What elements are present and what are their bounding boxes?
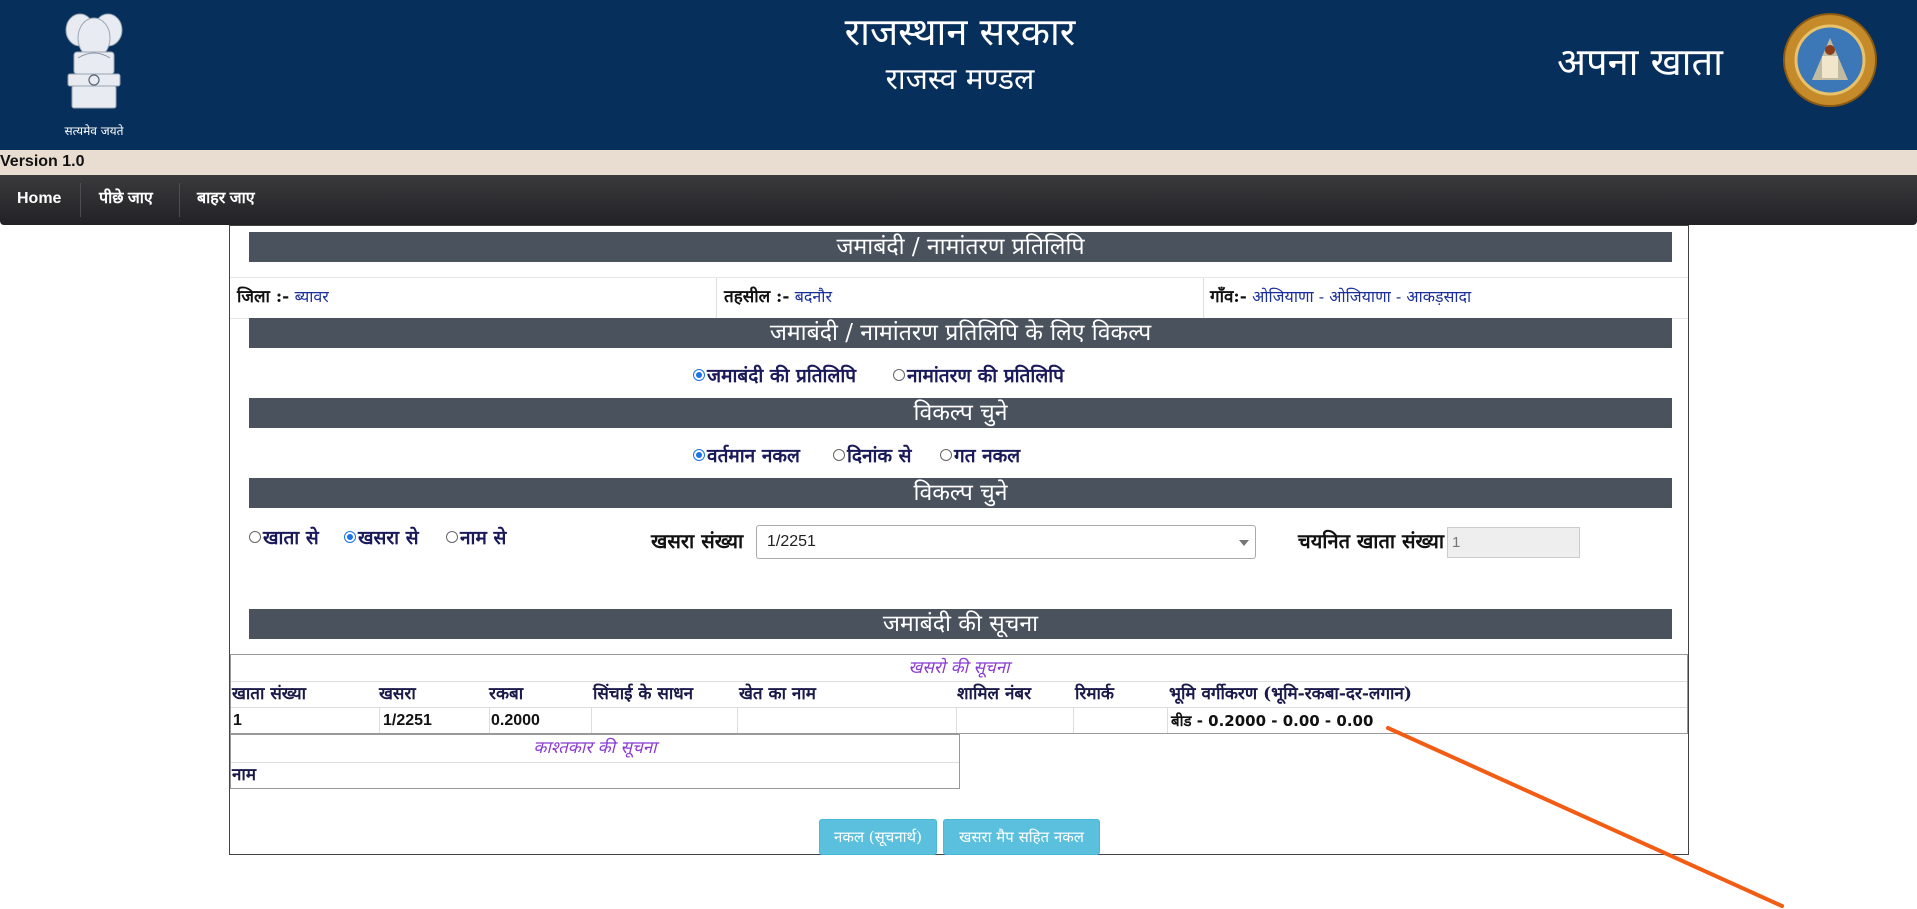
nav-back-link[interactable]: पीछे जाए xyxy=(99,175,153,225)
table-cell: 1 xyxy=(233,712,242,729)
selected-khata-field[interactable]: 1 xyxy=(1447,527,1580,558)
national-emblem: सत्यमेव जयते xyxy=(50,8,138,140)
row-divider xyxy=(231,707,1687,708)
column-header: भूमि वर्गीकरण (भूमि-रकबा-दर-लगान) xyxy=(1169,684,1412,704)
cell-divider xyxy=(956,707,957,733)
app-name: अपना खाता xyxy=(1556,40,1724,84)
cultivator-info-table: काश्तकार की सूचना नाम xyxy=(230,734,960,789)
table-cell: 0.2000 xyxy=(491,712,540,729)
revenue-board-seal-icon xyxy=(1783,13,1877,107)
cell-divider xyxy=(716,278,717,318)
nav-home-link[interactable]: Home xyxy=(17,175,61,225)
radio-by-name[interactable]: नाम से xyxy=(446,526,506,550)
tehsil-label: तहसील :- xyxy=(724,287,790,307)
village-label: गाँव:- xyxy=(1210,287,1247,307)
tehsil-value: बदनौर xyxy=(794,287,832,306)
radio-selected-indicator[interactable] xyxy=(693,369,705,381)
section-heading-choose-1: विकल्प चुने xyxy=(249,398,1672,428)
tehsil-cell: तहसील :- बदनौर xyxy=(724,278,832,318)
radio-current-label: वर्तमान नकल xyxy=(707,445,800,467)
radio-indicator[interactable] xyxy=(940,449,952,461)
khasra-number-label: खसरा संख्या xyxy=(651,529,744,553)
radio-namantaran[interactable]: नामांतरण की प्रतिलिपि xyxy=(893,364,1064,388)
village-cell: गाँव:- ओजियाणा - ओजियाणा - आकड़सादा xyxy=(1210,278,1471,318)
radio-indicator[interactable] xyxy=(893,369,905,381)
radio-current-copy[interactable]: वर्तमान नकल xyxy=(693,444,800,468)
radio-name-label: नाम से xyxy=(460,527,507,549)
cell-divider xyxy=(489,707,490,733)
location-row: जिला :- ब्यावर तहसील :- बदनौर गाँव:- ओजि… xyxy=(230,277,1688,319)
site-header: सत्यमेव जयते राजस्थान सरकार राजस्व मण्डल… xyxy=(0,0,1917,150)
district-cell: जिला :- ब्यावर xyxy=(237,278,329,318)
radio-by-date-label: दिनांक से xyxy=(847,445,912,467)
radio-selected-indicator[interactable] xyxy=(693,449,705,461)
cell-divider xyxy=(1073,707,1074,733)
radio-past-copy[interactable]: गत नकल xyxy=(940,444,1020,468)
section-heading-info: जमाबंदी की सूचना xyxy=(249,609,1672,639)
radio-jamabandi[interactable]: जमाबंदी की प्रतिलिपि xyxy=(693,364,856,388)
column-header: रिमार्क xyxy=(1075,684,1114,704)
table-cell: 1/2251 xyxy=(383,712,432,729)
annotation-arrow xyxy=(1386,726,1784,908)
dept-subtitle: राजस्व मण्डल xyxy=(885,62,1035,97)
cell-divider xyxy=(1203,278,1204,318)
section-heading-main: जमाबंदी / नामांतरण प्रतिलिपि xyxy=(249,232,1672,262)
ashoka-emblem-icon xyxy=(65,13,123,109)
khasra-table-caption: खसरो की सूचना xyxy=(231,655,1687,682)
column-header: सिंचाई के साधन xyxy=(593,684,694,704)
top-navbar: Home पीछे जाए बाहर जाए xyxy=(0,175,1917,225)
radio-indicator[interactable] xyxy=(446,531,458,543)
column-header: खसरा xyxy=(379,684,416,704)
cell-divider xyxy=(1167,707,1168,733)
nav-divider xyxy=(80,183,81,217)
nav-exit-link[interactable]: बाहर जाए xyxy=(197,175,255,225)
radio-namantaran-label: नामांतरण की प्रतिलिपि xyxy=(907,365,1064,387)
radio-jamabandi-label: जमाबंदी की प्रतिलिपि xyxy=(707,365,857,387)
nav-divider xyxy=(179,183,180,217)
column-header: नाम xyxy=(232,765,257,785)
radio-indicator[interactable] xyxy=(249,531,261,543)
khasra-select-value: 1/2251 xyxy=(767,533,816,550)
copy-with-map-button[interactable]: खसरा मैप सहित नकल xyxy=(943,819,1100,855)
selected-khata-label: चयनित खाता संख्या xyxy=(1298,529,1445,553)
radio-khata-label: खाता से xyxy=(263,527,319,549)
cell-divider xyxy=(591,707,592,733)
cultivator-table-caption: काश्तकार की सूचना xyxy=(231,735,959,763)
radio-khasra-label: खसरा से xyxy=(358,527,419,549)
radio-by-khasra[interactable]: खसरा से xyxy=(344,526,419,550)
column-header: शामिल नंबर xyxy=(957,684,1032,704)
emblem-motto: सत्यमेव जयते xyxy=(64,124,124,138)
radio-past-label: गत नकल xyxy=(954,445,1021,467)
cell-divider xyxy=(379,707,380,733)
section-heading-options: जमाबंदी / नामांतरण प्रतिलिपि के लिए विकल… xyxy=(249,318,1672,348)
radio-by-khata[interactable]: खाता से xyxy=(249,526,319,550)
version-bar: Version 1.0 xyxy=(0,150,1917,175)
cell-divider xyxy=(737,707,738,733)
radio-by-date[interactable]: दिनांक से xyxy=(833,444,912,468)
column-header: खाता संख्या xyxy=(232,684,307,704)
district-label: जिला :- xyxy=(237,287,290,307)
radio-indicator[interactable] xyxy=(833,449,845,461)
village-value: ओजियाणा - ओजियाणा - आकड़सादा xyxy=(1252,287,1472,306)
district-value: ब्यावर xyxy=(294,287,329,306)
chevron-down-icon xyxy=(1239,540,1249,546)
govt-title: राजस्थान सरकार xyxy=(844,10,1076,54)
section-heading-choose-2: विकल्प चुने xyxy=(249,478,1672,508)
version-label: Version 1.0 xyxy=(0,153,85,170)
column-header: रकबा xyxy=(489,684,524,704)
khasra-number-select[interactable]: 1/2251 xyxy=(756,525,1256,559)
radio-selected-indicator[interactable] xyxy=(344,531,356,543)
copy-info-button[interactable]: नकल (सूचनार्थ) xyxy=(819,819,937,855)
column-header: खेत का नाम xyxy=(739,684,816,704)
table-cell: बीड - 0.2000 - 0.00 - 0.00 xyxy=(1171,712,1374,730)
